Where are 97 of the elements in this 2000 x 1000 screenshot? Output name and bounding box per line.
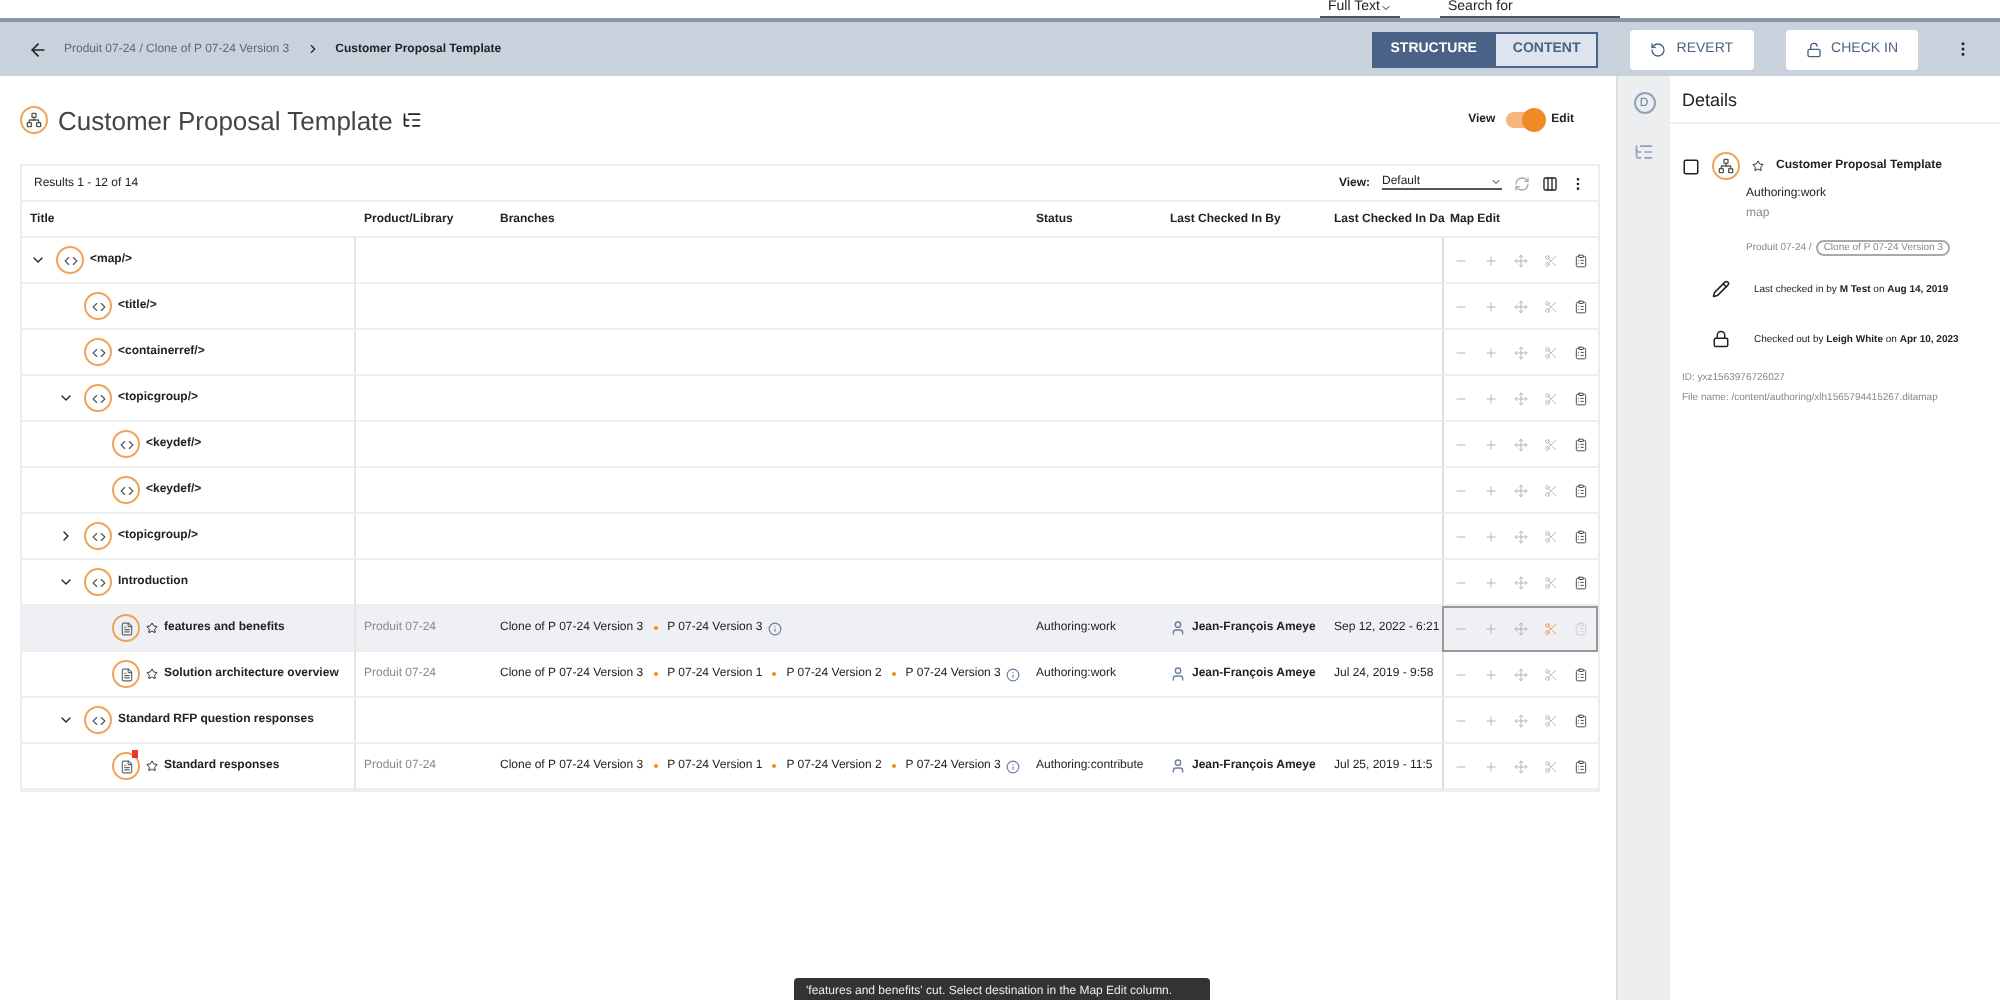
user-icon <box>1170 620 1186 636</box>
scissors-icon[interactable] <box>1544 759 1558 773</box>
plus-icon[interactable] <box>1484 667 1498 681</box>
separator-dot <box>653 764 658 768</box>
element-icon <box>84 292 112 320</box>
lock-icon <box>1712 330 1730 348</box>
info-icon[interactable] <box>768 621 783 635</box>
paste-icon[interactable] <box>1574 575 1588 589</box>
refresh-icon[interactable] <box>1514 175 1530 191</box>
columns-icon[interactable] <box>1542 175 1558 191</box>
move-icon[interactable] <box>1514 253 1528 267</box>
back-arrow-icon[interactable] <box>28 39 48 59</box>
star-icon[interactable] <box>146 760 158 772</box>
star-icon[interactable] <box>146 668 158 680</box>
move-icon[interactable] <box>1514 529 1528 543</box>
element-icon <box>112 476 140 504</box>
info-icon[interactable] <box>1006 759 1021 773</box>
map-icon <box>20 106 48 134</box>
plus-icon[interactable] <box>1484 345 1498 359</box>
paste-icon[interactable] <box>1574 529 1588 543</box>
move-icon[interactable] <box>1514 345 1528 359</box>
structure-icon[interactable] <box>402 110 423 130</box>
user-icon <box>1170 758 1186 774</box>
paste-icon[interactable] <box>1574 437 1588 451</box>
plus-icon[interactable] <box>1484 529 1498 543</box>
plus-icon[interactable] <box>1484 621 1498 635</box>
separator-dot <box>653 626 658 630</box>
user-icon <box>1170 666 1186 682</box>
separator-dot <box>772 672 777 676</box>
element-icon <box>84 522 112 550</box>
move-icon[interactable] <box>1514 759 1528 773</box>
paste-icon[interactable] <box>1574 345 1588 359</box>
plus-icon[interactable] <box>1484 437 1498 451</box>
move-icon[interactable] <box>1514 483 1528 497</box>
element-icon <box>56 246 84 274</box>
move-icon[interactable] <box>1514 667 1528 681</box>
separator-dot <box>653 672 658 676</box>
caret-icon <box>1380 2 1392 14</box>
separator-dot <box>772 764 777 768</box>
plus-icon[interactable] <box>1484 253 1498 267</box>
paste-icon[interactable] <box>1574 253 1588 267</box>
chevron-down-icon[interactable] <box>30 252 46 268</box>
move-icon[interactable] <box>1514 391 1528 405</box>
scissors-icon[interactable] <box>1544 345 1558 359</box>
plus-icon[interactable] <box>1484 391 1498 405</box>
paste-icon[interactable] <box>1574 391 1588 405</box>
paste-icon[interactable] <box>1574 299 1588 313</box>
details-title: Details <box>1670 76 2000 124</box>
scissors-icon[interactable] <box>1544 575 1558 589</box>
map-icon <box>1712 152 1740 180</box>
scissors-icon[interactable] <box>1544 437 1558 451</box>
plus-icon[interactable] <box>1484 575 1498 589</box>
chevron-down-icon[interactable] <box>58 712 74 728</box>
scissors-icon[interactable] <box>1544 529 1558 543</box>
star-icon[interactable] <box>1752 160 1764 172</box>
element-icon <box>84 338 112 366</box>
plus-icon[interactable] <box>1484 483 1498 497</box>
paste-icon[interactable] <box>1574 713 1588 727</box>
topic-icon <box>112 614 140 642</box>
element-icon <box>84 706 112 734</box>
chevron-right-icon <box>305 42 320 56</box>
page-title: Customer Proposal Template <box>58 105 393 135</box>
move-icon[interactable] <box>1514 621 1528 635</box>
scissors-icon[interactable] <box>1544 713 1558 727</box>
paste-icon[interactable] <box>1574 667 1588 681</box>
move-icon[interactable] <box>1514 713 1528 727</box>
chevron-down-icon[interactable] <box>58 574 74 590</box>
scissors-icon[interactable] <box>1544 483 1558 497</box>
caret-icon <box>1490 176 1502 188</box>
unlock-icon <box>1805 41 1822 57</box>
move-icon[interactable] <box>1514 299 1528 313</box>
scissors-icon[interactable] <box>1544 253 1558 267</box>
topic-icon <box>112 660 140 688</box>
star-icon[interactable] <box>146 622 158 634</box>
element-icon <box>84 384 112 412</box>
separator-dot <box>891 764 896 768</box>
move-icon[interactable] <box>1514 575 1528 589</box>
checkbox[interactable] <box>1682 157 1700 175</box>
view-edit-toggle[interactable] <box>1505 112 1542 128</box>
scissors-icon[interactable] <box>1544 667 1558 681</box>
info-icon[interactable] <box>1006 667 1021 681</box>
plus-icon[interactable] <box>1484 713 1498 727</box>
plus-icon[interactable] <box>1484 759 1498 773</box>
revert-icon <box>1650 41 1667 57</box>
move-icon[interactable] <box>1514 437 1528 451</box>
chevron-right-icon[interactable] <box>58 528 74 544</box>
element-icon <box>84 568 112 596</box>
scissors-icon[interactable] <box>1544 391 1558 405</box>
paste-icon[interactable] <box>1574 483 1588 497</box>
pencil-icon <box>1712 280 1730 298</box>
separator-dot <box>891 672 896 676</box>
element-icon <box>112 430 140 458</box>
chevron-down-icon[interactable] <box>58 390 74 406</box>
scissors-icon[interactable] <box>1544 299 1558 313</box>
plus-icon[interactable] <box>1484 299 1498 313</box>
paste-icon[interactable] <box>1574 759 1588 773</box>
scissors-icon[interactable] <box>1544 621 1558 635</box>
